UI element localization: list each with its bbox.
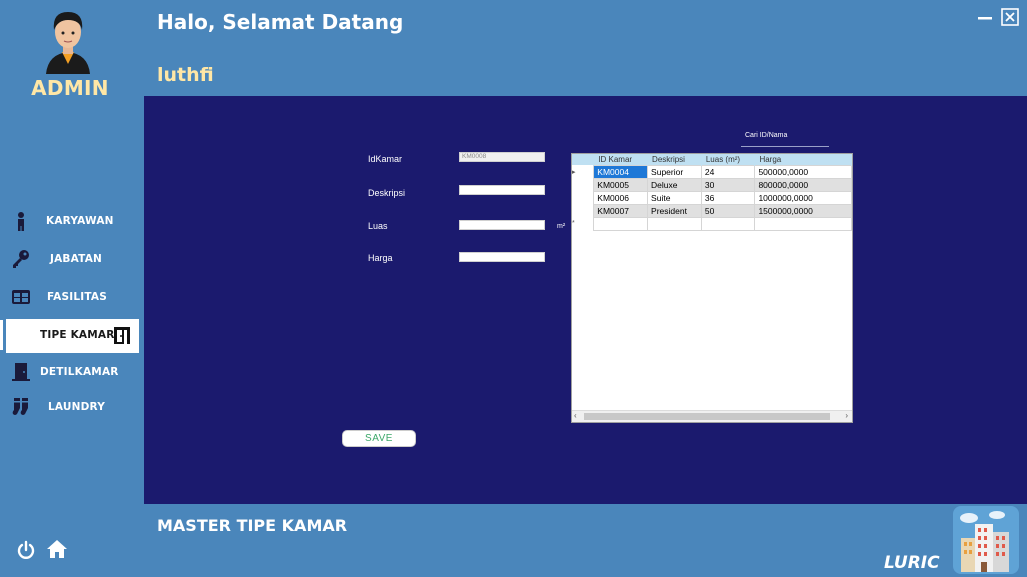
door-open-icon — [114, 327, 130, 344]
power-icon[interactable] — [16, 540, 36, 560]
table-cell[interactable]: 1000000,0000 — [754, 190, 852, 205]
sidebar-item-label: TIPE KAMAR — [40, 329, 115, 341]
table-cell[interactable]: KM0007 — [593, 203, 649, 218]
row-header — [572, 191, 594, 204]
table-cell[interactable]: 1500000,0000 — [754, 203, 852, 218]
table-row[interactable]: KM0006 Suite 36 1000000,0000 — [572, 190, 852, 205]
sidebar-item-laundry[interactable]: LAUNDRY — [0, 391, 140, 425]
save-button[interactable]: SAVE — [342, 430, 416, 447]
table-cell[interactable]: 50 — [700, 203, 756, 218]
door-icon — [12, 363, 30, 381]
table-cell[interactable]: KM0004 — [593, 164, 649, 179]
brand-name: LURIC — [884, 553, 940, 573]
table-row[interactable]: ▸ KM0004 Superior 24 500000,0000 — [572, 164, 852, 179]
row-header-corner — [572, 154, 595, 165]
room-type-grid[interactable]: ID Kamar Deskripsi Luas (m²) Harga ▸ KM0… — [571, 153, 853, 423]
deskripsi-label: Deskripsi — [368, 188, 406, 198]
page-title: MASTER TIPE KAMAR — [157, 516, 348, 535]
row-header — [572, 178, 594, 191]
table-cell[interactable] — [593, 216, 649, 231]
sidebar-item-label: LAUNDRY — [48, 401, 106, 413]
greeting-title: Halo, Selamat Datang — [157, 10, 404, 34]
new-row-marker: * — [572, 217, 594, 230]
active-indicator — [0, 320, 3, 350]
table-cell[interactable] — [754, 216, 852, 231]
column-header-harga[interactable]: Harga — [754, 154, 852, 165]
search-input[interactable] — [741, 146, 829, 147]
grid-table: ID Kamar Deskripsi Luas (m²) Harga ▸ KM0… — [572, 154, 852, 231]
grid-header-row: ID Kamar Deskripsi Luas (m²) Harga — [572, 154, 852, 165]
table-cell[interactable]: KM0005 — [593, 177, 649, 192]
search-label: Cari ID/Nama — [745, 132, 788, 139]
sidebar-item-detilkamar[interactable]: DETILKAMAR — [0, 356, 140, 390]
table-cell[interactable] — [647, 216, 702, 231]
table-cell[interactable] — [700, 216, 756, 231]
admin-avatar — [46, 12, 90, 74]
current-row-marker: ▸ — [572, 165, 594, 178]
person-icon — [18, 212, 24, 231]
table-cell[interactable]: KM0006 — [593, 190, 649, 205]
role-label: ADMIN — [31, 76, 109, 100]
key-icon — [13, 250, 29, 268]
sidebar-item-label: FASILITAS — [47, 291, 107, 303]
table-cell[interactable]: Superior — [647, 164, 702, 179]
sidebar: ADMIN KARYAWAN JABATAN FASILITAS TIPE KA… — [0, 0, 144, 577]
table-cell[interactable]: 30 — [700, 177, 756, 192]
scroll-right-icon[interactable]: › — [845, 411, 848, 420]
table-row[interactable]: KM0007 President 50 1500000,0000 — [572, 203, 852, 218]
close-icon[interactable] — [1001, 8, 1019, 26]
minimize-icon[interactable] — [977, 10, 993, 26]
luas-field[interactable] — [459, 220, 545, 230]
sidebar-item-jabatan[interactable]: JABATAN — [0, 243, 140, 277]
deskripsi-field[interactable] — [459, 185, 545, 195]
grid-icon — [12, 290, 30, 304]
column-header-id[interactable]: ID Kamar — [593, 154, 649, 165]
luas-label: Luas — [368, 221, 388, 231]
table-cell[interactable]: 24 — [700, 164, 756, 179]
sidebar-item-label: DETILKAMAR — [40, 366, 119, 378]
table-cell[interactable]: Deluxe — [647, 177, 702, 192]
new-row[interactable]: * — [572, 216, 852, 231]
table-cell[interactable]: 800000,0000 — [754, 177, 852, 192]
column-header-luas[interactable]: Luas (m²) — [701, 154, 756, 165]
hotel-logo-icon — [953, 506, 1019, 574]
harga-label: Harga — [368, 253, 393, 263]
sidebar-item-label: JABATAN — [50, 253, 103, 265]
row-header — [572, 204, 594, 217]
sidebar-item-tipe-kamar[interactable]: TIPE KAMAR — [6, 319, 139, 353]
horizontal-scrollbar[interactable]: ‹ › — [572, 410, 852, 422]
id-kamar-label: IdKamar — [368, 154, 403, 164]
luas-unit-label: m² — [557, 223, 566, 230]
id-kamar-field: KM0008 — [459, 152, 545, 162]
column-header-deskripsi[interactable]: Deskripsi — [647, 154, 702, 165]
username-label: luthfi — [157, 64, 214, 86]
sidebar-item-fasilitas[interactable]: FASILITAS — [0, 281, 140, 315]
sidebar-item-label: KARYAWAN — [46, 215, 114, 227]
scroll-thumb[interactable] — [584, 413, 830, 420]
harga-field[interactable] — [459, 252, 545, 262]
table-row[interactable]: KM0005 Deluxe 30 800000,0000 — [572, 177, 852, 192]
table-cell[interactable]: Suite — [647, 190, 702, 205]
table-cell[interactable]: 500000,0000 — [754, 164, 852, 179]
sidebar-item-karyawan[interactable]: KARYAWAN — [0, 205, 140, 239]
socks-icon — [12, 398, 28, 415]
scroll-left-icon[interactable]: ‹ — [574, 411, 577, 420]
table-cell[interactable]: President — [647, 203, 702, 218]
table-cell[interactable]: 36 — [700, 190, 756, 205]
home-icon[interactable] — [46, 539, 68, 559]
